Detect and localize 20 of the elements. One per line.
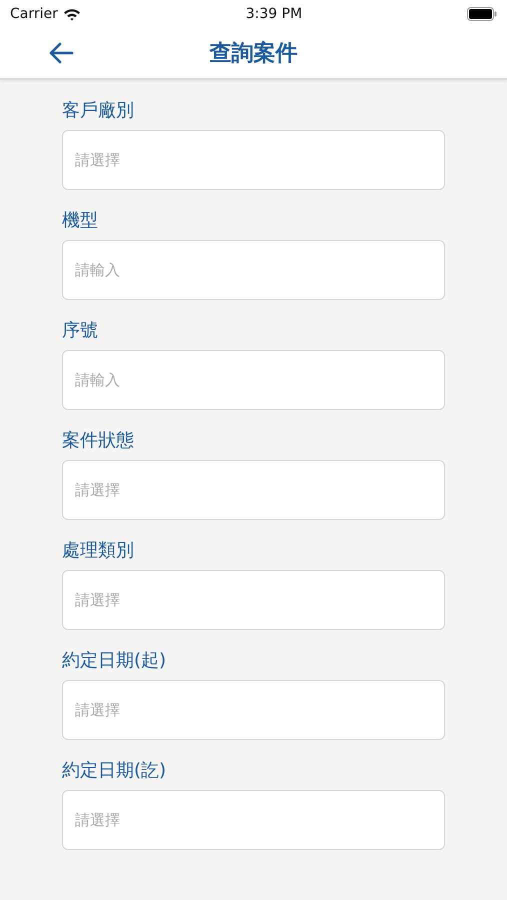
wifi-icon	[62, 8, 81, 20]
input-field[interactable]: 請輸入	[62, 240, 445, 300]
back-arrow-icon	[48, 42, 74, 64]
field-label: 序號	[62, 320, 99, 342]
field-label: 約定日期(訖)	[62, 760, 168, 782]
field-label: 案件狀態	[62, 430, 135, 452]
battery-icon	[467, 7, 497, 21]
input-field[interactable]: 請選擇	[62, 460, 445, 520]
input-field[interactable]: 請輸入	[62, 350, 445, 410]
field-label: 處理類別	[62, 540, 135, 562]
carrier-label: Carrier	[10, 6, 58, 22]
field-label: 機型	[62, 210, 99, 232]
field-label: 約定日期(起)	[62, 650, 168, 672]
page-title: 查詢案件	[210, 40, 298, 68]
field-label: 客戶廠別	[62, 100, 135, 122]
input-field[interactable]: 請選擇	[62, 570, 445, 630]
input-field[interactable]: 請選擇	[62, 680, 445, 740]
input-field[interactable]: 請選擇	[62, 130, 445, 190]
status-time: 3:39 PM	[246, 6, 302, 22]
input-field[interactable]: 請選擇	[62, 790, 445, 850]
